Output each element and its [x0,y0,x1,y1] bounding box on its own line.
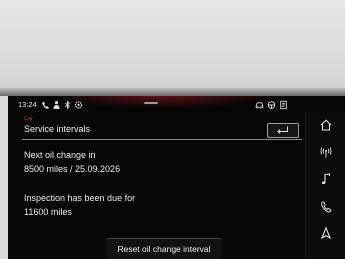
oil-change-label: Next oil change in [24,150,96,160]
sidebar-item-home[interactable] [312,115,340,137]
inspection-label: Inspection has been due for [24,193,136,203]
person-icon [53,101,60,109]
display-top-edge [0,88,345,96]
reset-oil-change-button[interactable]: Reset oil change interval [106,238,222,259]
clock: 13:24 [18,100,37,109]
service-intervals-panel: Car Service intervals Next oil change in… [8,114,302,259]
music-icon [321,173,331,185]
infotainment-screen: 13:24 Car Service intervals Next oil cha… [8,96,345,259]
oil-change-value: 8500 miles / 25.09.2026 [24,164,121,174]
document-icon [280,100,287,110]
bluetooth-icon [64,100,70,110]
sidebar-item-phone[interactable] [312,197,340,219]
back-arrow-icon [277,126,288,134]
sidebar-item-music[interactable] [312,169,340,191]
page-title: Service intervals [24,124,91,134]
phone-icon [321,201,332,213]
navigation-icon [320,226,332,240]
header-divider [22,139,302,140]
steering-icon [267,101,276,109]
home-icon [320,119,332,131]
radio-icon [320,147,332,158]
car-icon [255,102,264,109]
status-bar: 13:24 [8,99,298,113]
sidebar-item-radio[interactable] [312,142,340,164]
navigation-sidebar [305,112,345,259]
phone-bluetooth-icon [42,101,49,109]
sidebar-item-navigation[interactable] [312,223,340,245]
settings-icon [74,101,83,109]
dashboard-bezel [0,0,345,96]
back-button[interactable] [267,123,299,138]
inspection-value: 11600 miles [24,207,72,217]
breadcrumb[interactable]: Car [24,116,33,122]
